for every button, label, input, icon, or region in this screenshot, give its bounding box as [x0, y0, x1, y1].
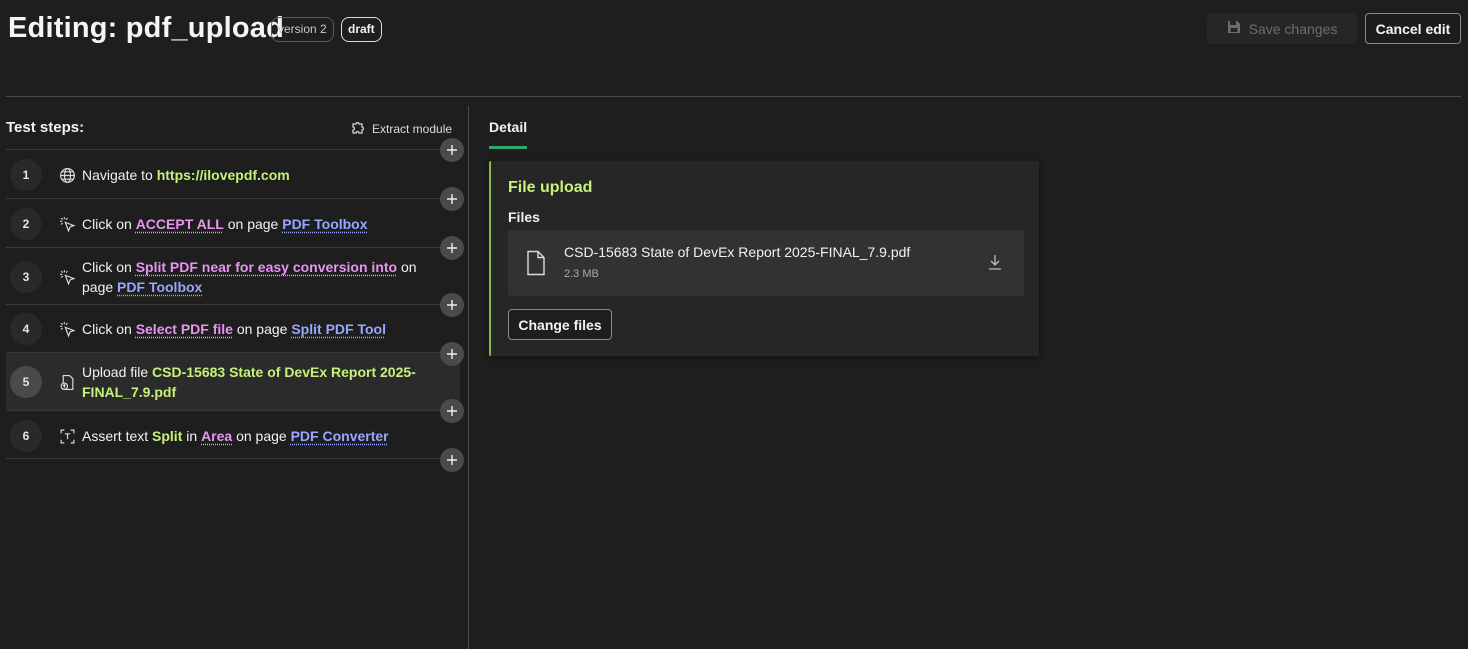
step-connector: on page: [232, 321, 292, 337]
page-title: Editing: pdf_upload: [8, 12, 285, 44]
add-step-button[interactable]: [440, 138, 464, 162]
step-page-link[interactable]: Split PDF Tool: [291, 321, 386, 337]
header: Editing: pdf_upload version 2 draft Save…: [0, 0, 1468, 96]
plus-icon: [447, 349, 457, 359]
step-element-link[interactable]: Split PDF near for easy conversion into: [136, 259, 397, 275]
step-row-5[interactable]: 5 Upload file CSD-15683 State of DevEx R…: [6, 352, 460, 410]
step-text: Click on ACCEPT ALL on page PDF Toolbox: [82, 214, 430, 234]
step-page-link[interactable]: PDF Toolbox: [282, 216, 367, 232]
file-upload-card: File upload Files CSD-15683 State of Dev…: [489, 161, 1039, 356]
click-icon: [58, 215, 76, 233]
file-item: CSD-15683 State of DevEx Report 2025-FIN…: [508, 230, 1024, 296]
extract-module-button[interactable]: Extract module: [350, 119, 452, 138]
assert-text-icon: [58, 427, 76, 445]
save-button[interactable]: Save changes: [1207, 13, 1357, 44]
add-step-button[interactable]: [440, 236, 464, 260]
step-text: Upload file CSD-15683 State of DevEx Rep…: [82, 362, 430, 402]
step-text: Navigate to https://ilovepdf.com: [82, 165, 430, 185]
step-action: Click on: [82, 321, 136, 337]
step-connector: in: [182, 428, 202, 444]
step-connector: on page: [232, 428, 291, 444]
step-element-link[interactable]: Area: [201, 428, 232, 444]
step-page-link[interactable]: PDF Toolbox: [117, 279, 202, 295]
version-badge: version 2: [271, 17, 334, 42]
plus-icon: [447, 406, 457, 416]
extract-module-label: Extract module: [372, 121, 453, 136]
save-button-label: Save changes: [1248, 20, 1338, 37]
file-size: 2.3 MB: [564, 268, 599, 280]
step-number: 2: [10, 208, 42, 240]
cancel-edit-button[interactable]: Cancel edit: [1365, 13, 1461, 44]
plus-icon: [447, 455, 457, 465]
step-number: 5: [10, 366, 42, 398]
file-name: CSD-15683 State of DevEx Report 2025-FIN…: [564, 244, 911, 260]
step-element-link[interactable]: Select PDF file: [136, 321, 233, 337]
step-value: Split: [152, 428, 183, 444]
file-icon: [526, 250, 546, 281]
step-row-3[interactable]: 3 Click on Split PDF near for easy conve…: [6, 247, 460, 304]
tab-detail[interactable]: Detail: [489, 119, 527, 135]
step-text: Assert text Split in Area on page PDF Co…: [82, 426, 430, 446]
step-action: Navigate to: [82, 167, 157, 183]
globe-icon: [58, 166, 76, 184]
step-text: Click on Split PDF near for easy convers…: [82, 257, 430, 297]
step-row-4[interactable]: 4 Click on Select PDF file on page Split…: [6, 304, 460, 352]
plus-icon: [447, 300, 457, 310]
plus-icon: [447, 145, 457, 155]
panel-separator: [468, 106, 469, 649]
step-number: 3: [10, 261, 42, 293]
header-divider: [6, 96, 1461, 97]
step-action: Assert text: [82, 428, 153, 444]
step-element-link[interactable]: ACCEPT ALL: [136, 216, 224, 232]
step-row-6[interactable]: 6 Assert text Split in Area on page PDF …: [6, 410, 460, 459]
step-action: Upload file: [82, 364, 153, 380]
add-step-button[interactable]: [440, 187, 464, 211]
click-icon: [58, 268, 76, 286]
step-text: Click on Select PDF file on page Split P…: [82, 319, 430, 339]
step-number: 4: [10, 313, 42, 345]
step-url: https://ilovepdf.com: [156, 167, 290, 183]
puzzle-icon: [350, 119, 366, 138]
step-connector: on page: [223, 216, 283, 232]
step-action: Click on: [82, 216, 136, 232]
files-label: Files: [508, 209, 540, 225]
step-page-link[interactable]: PDF Converter: [291, 428, 389, 444]
save-icon: [1227, 20, 1241, 37]
steps-title: Test steps:: [6, 119, 85, 136]
add-step-button[interactable]: [440, 448, 464, 472]
plus-icon: [447, 194, 457, 204]
click-icon: [58, 320, 76, 338]
step-number: 1: [10, 159, 42, 191]
step-number: 6: [10, 420, 42, 452]
change-files-button[interactable]: Change files: [508, 309, 612, 340]
upload-file-icon: [58, 373, 76, 391]
add-step-button[interactable]: [440, 293, 464, 317]
step-row-2[interactable]: 2 Click on ACCEPT ALL on page PDF Toolbo…: [6, 198, 460, 247]
card-title: File upload: [508, 179, 593, 196]
plus-icon: [447, 243, 457, 253]
steps-list: 1 Navigate to https://ilovepdf.com 2 Cli…: [6, 149, 460, 459]
add-step-button[interactable]: [440, 342, 464, 366]
add-step-button[interactable]: [440, 399, 464, 423]
download-icon[interactable]: [988, 254, 1002, 275]
tab-active-indicator: [489, 146, 527, 149]
step-action: Click on: [82, 259, 136, 275]
step-row-1[interactable]: 1 Navigate to https://ilovepdf.com: [6, 149, 460, 198]
status-badge: draft: [341, 17, 382, 42]
